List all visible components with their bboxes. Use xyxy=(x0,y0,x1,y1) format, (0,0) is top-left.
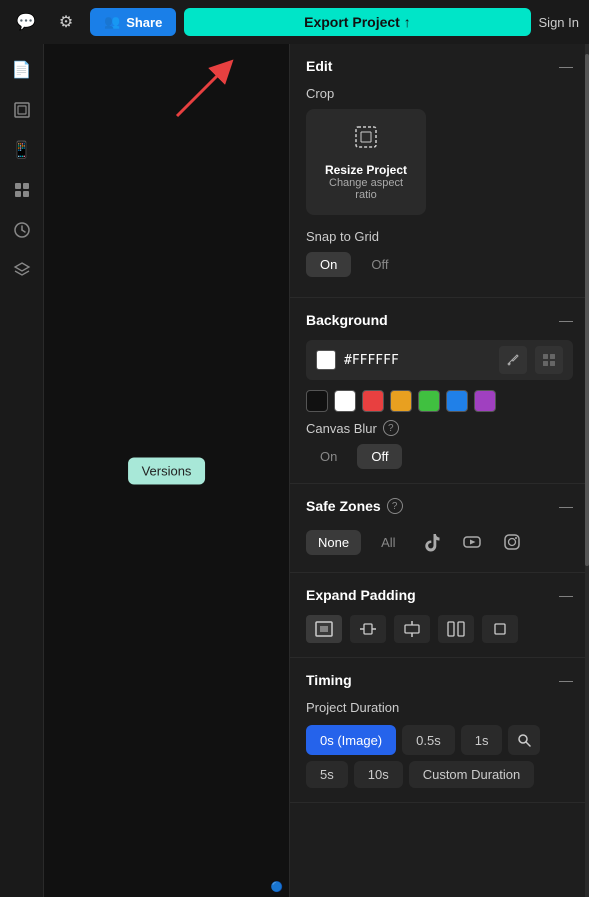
canvas-blur-help-icon[interactable]: ? xyxy=(383,420,399,436)
resize-project-card[interactable]: Resize Project Change aspect ratio xyxy=(306,109,426,215)
swatch-green[interactable] xyxy=(418,390,440,412)
color-swatches xyxy=(306,390,573,412)
background-section: Background — #FFFFFF xyxy=(290,298,589,484)
resize-title: Resize Project xyxy=(325,163,407,177)
snap-off-button[interactable]: Off xyxy=(357,252,402,277)
expand-padding-section: Expand Padding — xyxy=(290,573,589,658)
safe-zones-title: Safe Zones xyxy=(306,498,381,514)
safe-zones-help-icon[interactable]: ? xyxy=(387,498,403,514)
swatch-blue[interactable] xyxy=(446,390,468,412)
red-arrow-indicator xyxy=(167,56,237,126)
background-collapse-icon[interactable]: — xyxy=(559,312,573,328)
resize-subtitle: Change aspect ratio xyxy=(320,177,412,201)
sidebar-icon-frame[interactable] xyxy=(4,92,40,128)
blur-off-button[interactable]: Off xyxy=(357,444,402,469)
grid-picker-button[interactable] xyxy=(535,346,563,374)
versions-badge[interactable]: Versions xyxy=(128,457,206,484)
scroll-thumb xyxy=(585,54,589,566)
safe-zones-header: Safe Zones ? xyxy=(306,498,403,514)
duration-buttons-row2: 5s 10s Custom Duration xyxy=(306,761,573,788)
duration-0s-button[interactable]: 0s (Image) xyxy=(306,725,396,755)
bg-hex-value: #FFFFFF xyxy=(344,353,491,368)
padding-horizontal-button[interactable] xyxy=(350,615,386,643)
edit-title: Edit xyxy=(306,58,332,74)
swatch-red[interactable] xyxy=(362,390,384,412)
padding-all-button[interactable] xyxy=(306,615,342,643)
edit-section-header: Edit — xyxy=(306,58,573,74)
left-sidebar: 📄 📱 xyxy=(0,44,44,897)
safe-zone-buttons: None All xyxy=(306,526,573,558)
sidebar-icon-document[interactable]: 📄 xyxy=(4,52,40,88)
project-duration-label: Project Duration xyxy=(306,700,573,715)
safe-zone-tiktok-icon[interactable] xyxy=(416,526,448,558)
crop-label: Crop xyxy=(306,86,573,101)
duration-1s-button[interactable]: 1s xyxy=(461,725,503,755)
safe-zone-instagram-icon[interactable] xyxy=(496,526,528,558)
expand-padding-header: Expand Padding — xyxy=(306,587,573,603)
timing-section: Timing — Project Duration 0s (Image) 0.5… xyxy=(290,658,589,803)
canvas-blur-row: Canvas Blur ? xyxy=(306,420,573,436)
expand-padding-title: Expand Padding xyxy=(306,587,416,603)
duration-search-button[interactable] xyxy=(508,725,540,755)
chat-icon[interactable]: 💬 xyxy=(10,6,42,38)
right-panel: Edit — Crop Resize Pro xyxy=(289,44,589,897)
padding-buttons xyxy=(306,615,573,643)
duration-10s-button[interactable]: 10s xyxy=(354,761,403,788)
share-button[interactable]: 👥 Share xyxy=(90,8,176,36)
background-section-header: Background — xyxy=(306,312,573,328)
snap-toggle-group: On Off xyxy=(306,252,573,277)
safe-zone-all-button[interactable]: All xyxy=(369,530,407,555)
main-layout: 📄 📱 xyxy=(0,44,589,897)
blur-on-button[interactable]: On xyxy=(306,444,351,469)
edit-collapse-icon[interactable]: — xyxy=(559,58,573,74)
duration-buttons: 0s (Image) 0.5s 1s xyxy=(306,725,573,755)
topbar-left: 💬 ⚙ 👥 Share xyxy=(10,6,176,38)
swatch-orange[interactable] xyxy=(390,390,412,412)
bg-color-swatch[interactable] xyxy=(316,350,336,370)
sidebar-icon-mobile[interactable]: 📱 xyxy=(4,132,40,168)
export-button[interactable]: Export Project ↑ xyxy=(184,8,530,36)
swatch-purple[interactable] xyxy=(474,390,496,412)
timing-title: Timing xyxy=(306,672,352,688)
duration-5s-button[interactable]: 5s xyxy=(306,761,348,788)
blur-toggle-group: On Off xyxy=(306,444,573,469)
padding-center-button[interactable] xyxy=(482,615,518,643)
scrollbar[interactable] xyxy=(585,44,589,897)
timing-section-header: Timing — xyxy=(306,672,573,688)
eyedropper-button[interactable] xyxy=(499,346,527,374)
padding-vertical-center-button[interactable] xyxy=(394,615,430,643)
share-label: Share xyxy=(126,15,162,30)
sidebar-icon-grid[interactable] xyxy=(4,172,40,208)
swatch-black[interactable] xyxy=(306,390,328,412)
safe-zones-section-header: Safe Zones ? — xyxy=(306,498,573,514)
safe-zone-youtube-icon[interactable] xyxy=(456,526,488,558)
expand-padding-collapse-icon[interactable]: — xyxy=(559,587,573,603)
watermark: 🔵 xyxy=(271,882,283,893)
bg-color-row[interactable]: #FFFFFF xyxy=(306,340,573,380)
settings-icon[interactable]: ⚙ xyxy=(50,6,82,38)
edit-section: Edit — Crop Resize Pro xyxy=(290,44,589,298)
duration-05s-button[interactable]: 0.5s xyxy=(402,725,455,755)
canvas-blur-label: Canvas Blur xyxy=(306,421,377,436)
safe-zones-section: Safe Zones ? — None All xyxy=(290,484,589,573)
signin-button[interactable]: Sign In xyxy=(539,15,579,30)
snap-label: Snap to Grid xyxy=(306,229,573,244)
swatch-white[interactable] xyxy=(334,390,356,412)
duration-custom-button[interactable]: Custom Duration xyxy=(409,761,535,788)
canvas-area: Versions 🔵 xyxy=(44,44,289,897)
background-title: Background xyxy=(306,312,388,328)
safe-zones-collapse-icon[interactable]: — xyxy=(559,498,573,514)
topbar: 💬 ⚙ 👥 Share Export Project ↑ Sign In xyxy=(0,0,589,44)
safe-zone-none-button[interactable]: None xyxy=(306,530,361,555)
share-people-icon: 👥 xyxy=(104,14,120,30)
snap-on-button[interactable]: On xyxy=(306,252,351,277)
padding-split-horizontal-button[interactable] xyxy=(438,615,474,643)
timing-collapse-icon[interactable]: — xyxy=(559,672,573,688)
sidebar-icon-clock[interactable] xyxy=(4,212,40,248)
sidebar-icon-layers[interactable] xyxy=(4,252,40,288)
resize-dashed-icon xyxy=(352,123,380,157)
